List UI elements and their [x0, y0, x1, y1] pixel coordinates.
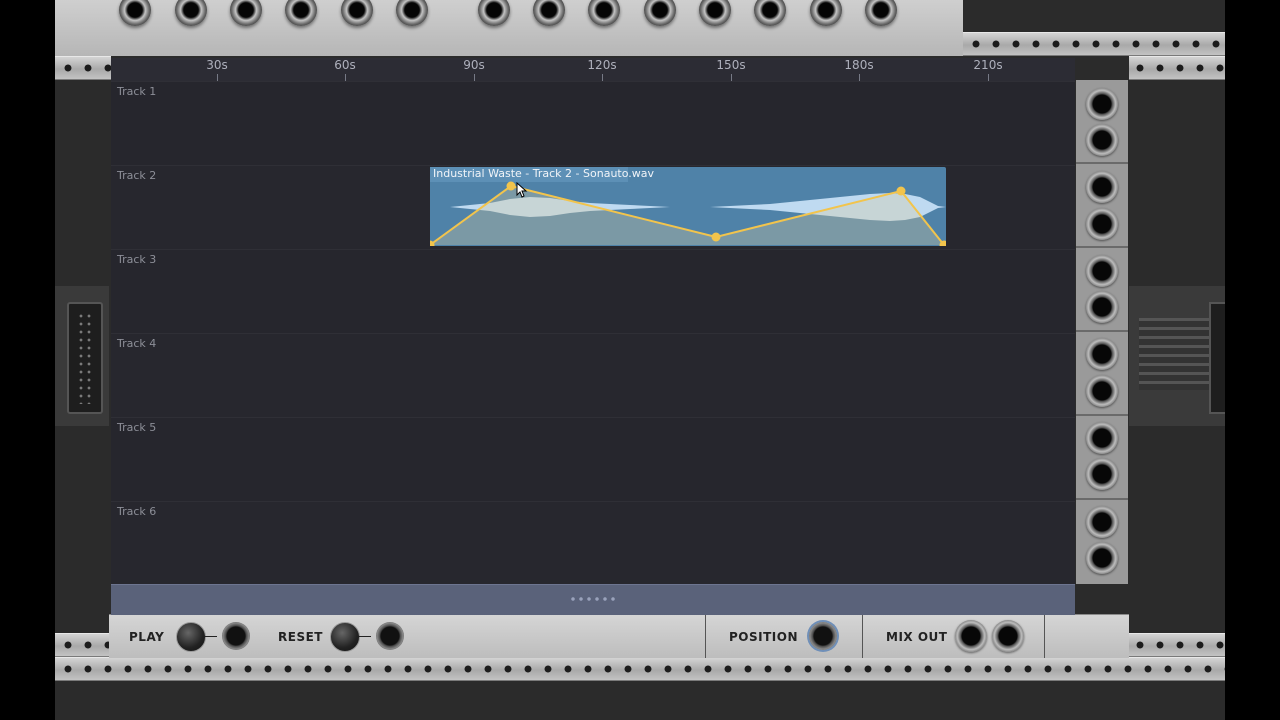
output-jack[interactable]: [644, 0, 676, 26]
track-label: Track 6: [117, 505, 157, 518]
left-side-module: [55, 286, 109, 426]
output-jack[interactable]: [478, 0, 510, 26]
time-ruler[interactable]: 30s 60s 90s 120s 150s 180s 210s: [111, 58, 1075, 81]
lower-rail-left: [55, 633, 111, 657]
track-label: Track 1: [117, 85, 157, 98]
automation-point: [711, 232, 721, 242]
upper-rail-left: [55, 56, 111, 80]
ruler-tick-label: 30s: [206, 58, 228, 72]
reset-button[interactable]: [330, 622, 360, 652]
ribbon-connector-right: [1209, 302, 1225, 414]
waveform-and-automation: [430, 181, 946, 246]
track-label: Track 5: [117, 421, 157, 434]
track-row-6[interactable]: Track 6: [111, 501, 1075, 585]
timeline-editor[interactable]: 30s 60s 90s 120s 150s 180s 210s Track 1 …: [111, 58, 1075, 615]
track-2-left-jack[interactable]: [1086, 171, 1118, 203]
top-rail: [963, 32, 1225, 56]
ruler-tick-mark: [474, 74, 475, 81]
automation-point: [896, 186, 906, 196]
track-4-left-jack[interactable]: [1086, 338, 1118, 370]
track-6-left-jack[interactable]: [1086, 506, 1118, 538]
mix-out-left-jack[interactable]: [955, 620, 987, 652]
track-5-right-jack[interactable]: [1086, 458, 1118, 490]
play-input-jack[interactable]: [222, 622, 250, 650]
divider: [862, 615, 863, 658]
track-label: Track 3: [117, 253, 157, 266]
output-jack[interactable]: [396, 0, 428, 26]
audio-clip[interactable]: Industrial Waste - Track 2 - Sonauto.wav: [430, 167, 946, 246]
track-4-right-jack[interactable]: [1086, 375, 1118, 407]
divider: [1044, 615, 1045, 658]
track-5-left-jack[interactable]: [1086, 422, 1118, 454]
divider: [705, 615, 706, 658]
ruler-tick-label: 90s: [463, 58, 485, 72]
position-jack[interactable]: [809, 622, 837, 650]
top-module-panel: [55, 0, 963, 56]
track-6-right-jack[interactable]: [1086, 542, 1118, 574]
ruler-tick-mark: [731, 74, 732, 81]
track-3-right-jack[interactable]: [1086, 291, 1118, 323]
ribbon-cable: [1139, 318, 1209, 390]
ruler-tick-label: 210s: [973, 58, 1003, 72]
track-3-left-jack[interactable]: [1086, 255, 1118, 287]
ruler-tick-mark: [988, 74, 989, 81]
ruler-tick-mark: [345, 74, 346, 81]
output-jack[interactable]: [754, 0, 786, 26]
mix-out-label: MIX OUT: [886, 630, 948, 644]
track-row-3[interactable]: Track 3: [111, 249, 1075, 333]
ruler-tick-mark: [602, 74, 603, 81]
output-jack[interactable]: [175, 0, 207, 26]
track-label: Track 2: [117, 169, 157, 182]
play-link: [205, 636, 217, 637]
track-row-5[interactable]: Track 5: [111, 417, 1075, 501]
track-row-4[interactable]: Track 4: [111, 333, 1075, 417]
output-jack[interactable]: [533, 0, 565, 26]
ruler-tick-label: 150s: [716, 58, 746, 72]
reset-link: [359, 636, 371, 637]
output-jack[interactable]: [341, 0, 373, 26]
output-jack[interactable]: [285, 0, 317, 26]
control-strip: PLAY RESET POSITION MIX OUT: [109, 614, 1129, 658]
track-label: Track 4: [117, 337, 157, 350]
lower-rail-right: [1129, 633, 1225, 657]
ribbon-connector: [67, 302, 103, 414]
output-jack[interactable]: [865, 0, 897, 26]
mix-out-right-jack[interactable]: [992, 620, 1024, 652]
position-label: POSITION: [729, 630, 798, 644]
horizontal-scrollbar[interactable]: [111, 584, 1075, 615]
output-jack[interactable]: [119, 0, 151, 26]
track-1-left-jack[interactable]: [1086, 88, 1118, 120]
output-jack[interactable]: [588, 0, 620, 26]
track-row-1[interactable]: Track 1: [111, 81, 1075, 165]
output-jack[interactable]: [810, 0, 842, 26]
track-1-right-jack[interactable]: [1086, 124, 1118, 156]
ruler-tick-label: 180s: [844, 58, 874, 72]
ruler-tick-mark: [217, 74, 218, 81]
output-jack[interactable]: [699, 0, 731, 26]
reset-label: RESET: [278, 630, 323, 644]
automation-point: [506, 181, 516, 191]
upper-rail-right: [1129, 56, 1225, 80]
track-2-right-jack[interactable]: [1086, 208, 1118, 240]
ruler-tick-mark: [859, 74, 860, 81]
right-side-module: [1129, 286, 1225, 426]
track-output-column: [1076, 80, 1128, 584]
play-button[interactable]: [176, 622, 206, 652]
output-jack[interactable]: [230, 0, 262, 26]
play-label: PLAY: [129, 630, 165, 644]
scrollbar-grip[interactable]: [571, 596, 615, 602]
ruler-tick-label: 60s: [334, 58, 356, 72]
bottom-rail: [55, 657, 1225, 681]
mouse-cursor-icon: [516, 182, 528, 198]
ruler-tick-label: 120s: [587, 58, 617, 72]
reset-input-jack[interactable]: [376, 622, 404, 650]
